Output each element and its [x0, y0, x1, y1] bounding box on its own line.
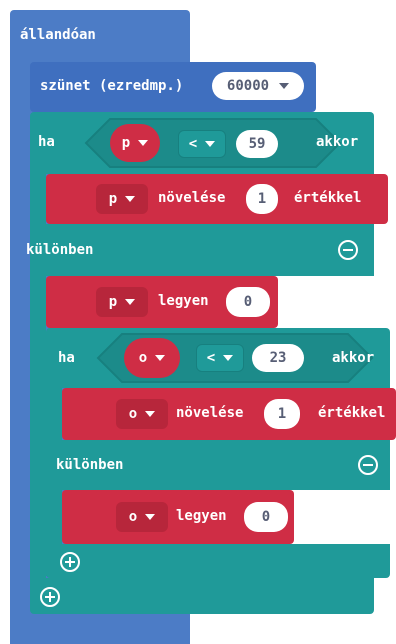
- inner-compare-input[interactable]: 23: [252, 344, 304, 372]
- inner-then-label: akkor: [332, 350, 375, 366]
- plus-circle-icon[interactable]: [40, 587, 60, 607]
- triangle-down-icon: [145, 411, 156, 417]
- inner-compare-value: 23: [269, 350, 287, 366]
- inner-set-label: legyen: [176, 508, 227, 524]
- outer-set-block[interactable]: p legyen 0: [46, 276, 278, 328]
- outer-else-header[interactable]: különben: [26, 224, 374, 276]
- inner-change-block[interactable]: o növelése 1 értékkel: [62, 388, 396, 440]
- outer-compare-input[interactable]: 59: [236, 130, 278, 158]
- forever-label: állandóan: [20, 27, 96, 43]
- inner-if-label: ha: [58, 350, 75, 366]
- inner-set-value: 0: [261, 509, 271, 525]
- outer-if-header[interactable]: ha p < 59 akkor: [30, 112, 374, 174]
- outer-set-var-dropdown[interactable]: p: [96, 287, 148, 317]
- triangle-down-icon: [138, 140, 149, 146]
- outer-change-block[interactable]: p növelése 1 értékkel: [46, 174, 388, 224]
- outer-compare-value: 59: [248, 136, 266, 152]
- outer-set-input[interactable]: 0: [226, 287, 270, 317]
- outer-set-var: p: [108, 294, 118, 310]
- triangle-down-icon: [145, 514, 156, 520]
- inner-var-label: o: [138, 350, 148, 366]
- outer-operator-dropdown[interactable]: <: [178, 130, 226, 158]
- outer-set-label: legyen: [158, 293, 209, 309]
- inner-if-header[interactable]: ha o < 23 akkor: [46, 328, 390, 388]
- inner-set-input[interactable]: 0: [244, 502, 288, 532]
- minus-circle-icon[interactable]: [338, 240, 358, 260]
- outer-change-label: növelése: [158, 190, 226, 206]
- inner-change-input[interactable]: 1: [264, 399, 300, 429]
- outer-if-label: ha: [38, 134, 55, 150]
- triangle-down-icon: [205, 141, 216, 147]
- inner-change-value: 1: [277, 406, 287, 422]
- minus-circle-icon[interactable]: [358, 455, 378, 475]
- inner-change-var-dropdown[interactable]: o: [116, 399, 168, 429]
- pause-value: 60000: [226, 78, 270, 94]
- inner-else-label: különben: [56, 457, 124, 473]
- inner-set-var-dropdown[interactable]: o: [116, 502, 168, 532]
- inner-set-block[interactable]: o legyen 0: [62, 490, 294, 544]
- inner-var-dropdown[interactable]: o: [124, 338, 180, 378]
- inner-change-suffix: értékkel: [318, 405, 386, 421]
- plus-circle-icon[interactable]: [60, 552, 80, 572]
- outer-then-label: akkor: [316, 134, 359, 150]
- inner-change-label: növelése: [176, 405, 244, 421]
- outer-if-footer[interactable]: [30, 578, 374, 614]
- outer-change-var-dropdown[interactable]: p: [96, 184, 148, 214]
- inner-change-var: o: [128, 406, 138, 422]
- triangle-down-icon: [125, 299, 136, 305]
- inner-operator-label: <: [206, 350, 216, 366]
- pause-block[interactable]: szünet (ezredmp.) 60000: [30, 62, 316, 112]
- pause-duration-dropdown[interactable]: 60000: [212, 72, 304, 100]
- outer-operator-label: <: [188, 136, 198, 152]
- outer-set-value: 0: [243, 294, 253, 310]
- outer-change-input[interactable]: 1: [246, 184, 278, 214]
- outer-var-dropdown[interactable]: p: [110, 124, 160, 162]
- outer-var-label: p: [121, 135, 131, 151]
- inner-if-footer[interactable]: [46, 544, 390, 578]
- outer-else-label: különben: [26, 242, 94, 258]
- outer-change-suffix: értékkel: [294, 190, 362, 206]
- triangle-down-icon: [279, 83, 290, 89]
- triangle-down-icon: [125, 196, 136, 202]
- triangle-down-icon: [223, 355, 234, 361]
- inner-else-header[interactable]: különben: [46, 440, 390, 490]
- inner-set-var: o: [128, 509, 138, 525]
- outer-change-var: p: [108, 191, 118, 207]
- pause-label: szünet (ezredmp.): [40, 78, 184, 94]
- outer-change-value: 1: [257, 191, 267, 207]
- inner-operator-dropdown[interactable]: <: [196, 344, 244, 372]
- triangle-down-icon: [155, 355, 166, 361]
